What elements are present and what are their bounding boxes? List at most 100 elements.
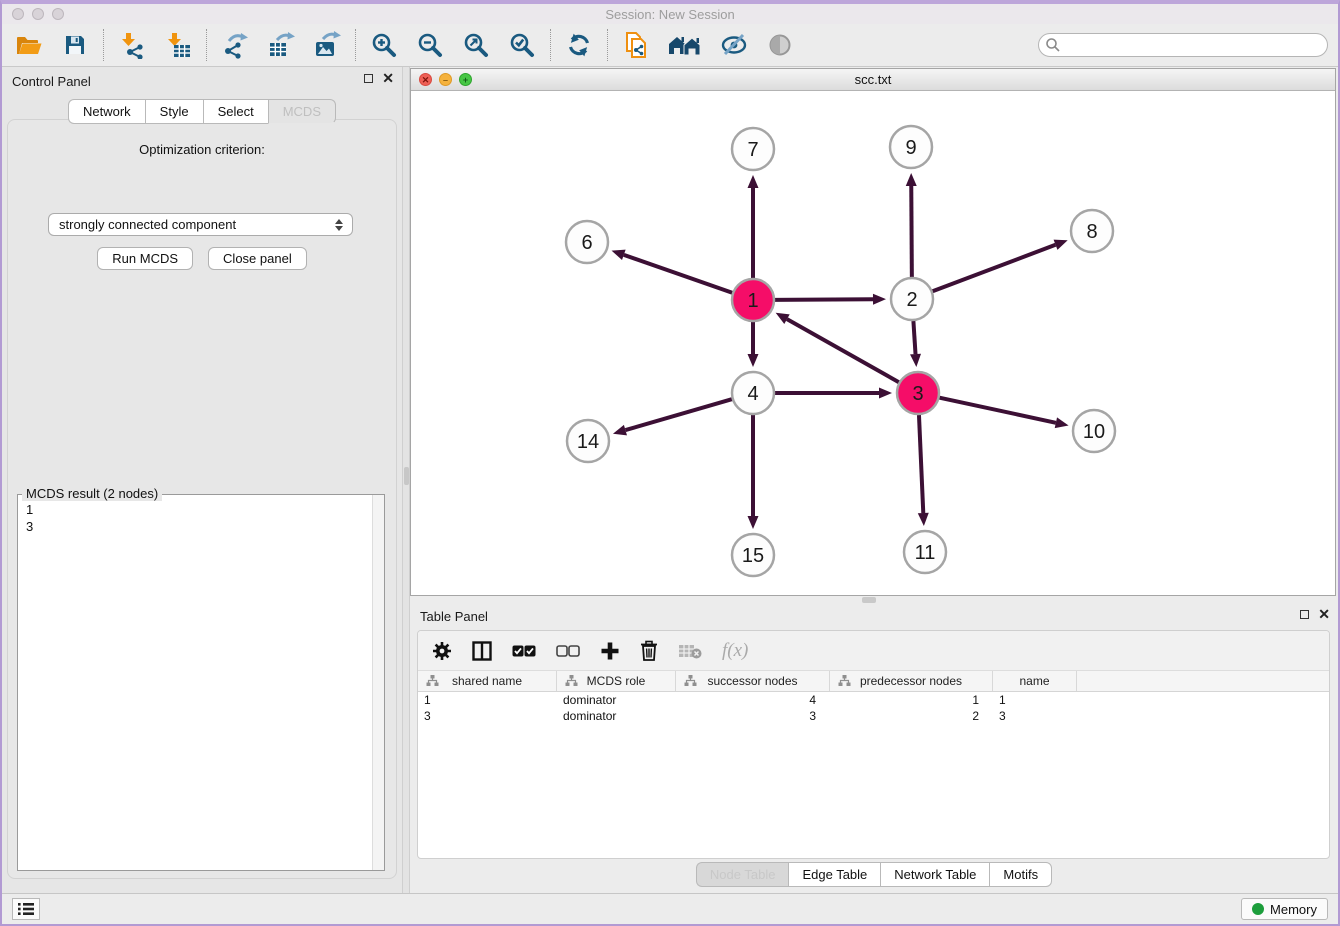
graph-edge-arrowhead bbox=[748, 354, 759, 367]
table-panel-title: Table Panel bbox=[420, 609, 488, 624]
cell-predecessor-nodes: 2 bbox=[830, 708, 993, 724]
column-header-shared-name[interactable]: shared name bbox=[418, 671, 557, 691]
graph-node-label: 14 bbox=[577, 431, 599, 453]
tab-node-table[interactable]: Node Table bbox=[696, 862, 789, 887]
open-session-button[interactable] bbox=[14, 30, 44, 60]
table-row[interactable]: 1 dominator 4 1 1 bbox=[418, 692, 1329, 708]
graph-edge-arrowhead bbox=[748, 175, 759, 188]
graph-edge-2-3[interactable] bbox=[913, 321, 915, 354]
task-history-button[interactable] bbox=[12, 898, 40, 920]
tab-select[interactable]: Select bbox=[203, 99, 268, 124]
graph-edge-arrowhead bbox=[910, 354, 921, 367]
optimization-criterion-select[interactable]: strongly connected component bbox=[48, 213, 353, 236]
float-table-panel-icon[interactable] bbox=[1300, 610, 1309, 619]
column-header-predecessor-nodes[interactable]: predecessor nodes bbox=[830, 671, 993, 691]
search-input[interactable] bbox=[1038, 33, 1328, 57]
memory-status-dot-icon bbox=[1252, 903, 1264, 915]
close-panel-button[interactable]: Close panel bbox=[208, 247, 307, 270]
close-panel-icon[interactable]: ✕ bbox=[382, 74, 394, 83]
export-image-button[interactable] bbox=[312, 30, 342, 60]
zoom-selected-button[interactable] bbox=[507, 30, 537, 60]
memory-button[interactable]: Memory bbox=[1241, 898, 1328, 920]
graph-edge-3-1[interactable] bbox=[787, 319, 899, 382]
zoom-fit-button[interactable] bbox=[461, 30, 491, 60]
export-network-button[interactable] bbox=[220, 30, 250, 60]
hide-graphics-details-button[interactable] bbox=[719, 30, 749, 60]
export-table-button[interactable] bbox=[266, 30, 296, 60]
tab-network-table[interactable]: Network Table bbox=[880, 862, 989, 887]
column-header-name[interactable]: name bbox=[993, 671, 1077, 691]
zoom-fit-icon bbox=[463, 32, 489, 58]
graph-edge-arrowhead bbox=[613, 425, 627, 436]
graph-edge-2-9[interactable] bbox=[911, 186, 912, 277]
float-panel-icon[interactable] bbox=[364, 74, 373, 83]
apply-layout-button[interactable] bbox=[564, 30, 594, 60]
graph-edge-1-2[interactable] bbox=[775, 299, 873, 300]
graph-node-label: 4 bbox=[747, 383, 758, 405]
network-canvas[interactable]: 7968124314101511 bbox=[411, 91, 1335, 595]
result-scrollbar[interactable] bbox=[372, 495, 384, 870]
tab-network[interactable]: Network bbox=[68, 99, 145, 124]
column-header-successor-nodes[interactable]: successor nodes bbox=[676, 671, 830, 691]
optimization-criterion-label: Optimization criterion: bbox=[8, 142, 396, 157]
mcds-panel-body: Optimization criterion: strongly connect… bbox=[7, 119, 397, 879]
graph-node-label: 11 bbox=[915, 542, 936, 564]
graph-edge-arrowhead bbox=[612, 250, 626, 260]
zoom-in-icon bbox=[371, 32, 397, 58]
cell-mcds-role: dominator bbox=[557, 692, 676, 708]
window-title: Session: New Session bbox=[2, 7, 1338, 22]
zoom-selected-icon bbox=[509, 32, 535, 58]
dropdown-stepper-icon bbox=[335, 217, 345, 233]
splitter-handle[interactable] bbox=[404, 467, 409, 485]
houses-icon bbox=[668, 34, 702, 56]
toggle-column-panel-button[interactable] bbox=[472, 641, 492, 661]
birds-eye-view-button[interactable] bbox=[765, 30, 795, 60]
graph-edge-arrowhead bbox=[918, 513, 929, 526]
network-title: scc.txt bbox=[411, 72, 1335, 87]
delete-table-button[interactable] bbox=[678, 643, 702, 659]
cell-shared-name: 1 bbox=[418, 692, 557, 708]
tab-style[interactable]: Style bbox=[145, 99, 203, 124]
graph-edge-arrowhead bbox=[1054, 240, 1068, 250]
graph-edge-3-10[interactable] bbox=[940, 398, 1056, 423]
add-column-button[interactable] bbox=[600, 641, 620, 661]
vertical-splitter[interactable] bbox=[402, 67, 410, 893]
table-toolbar: f(x) bbox=[418, 631, 1329, 671]
table-panel-tabs: Node Table Edge Table Network Table Moti… bbox=[410, 862, 1338, 887]
save-session-button[interactable] bbox=[60, 30, 90, 60]
graph-edge-4-14[interactable] bbox=[625, 399, 731, 430]
graph-edge-arrowhead bbox=[879, 388, 892, 399]
trash-icon bbox=[640, 640, 658, 661]
column-label: name bbox=[1019, 674, 1049, 688]
graph-edge-arrowhead bbox=[873, 294, 886, 305]
table-options-button[interactable] bbox=[432, 641, 452, 661]
tab-mcds[interactable]: MCDS bbox=[268, 99, 336, 124]
hierarchy-icon bbox=[838, 675, 851, 687]
search-box bbox=[1038, 33, 1328, 57]
network-overview-button[interactable] bbox=[667, 30, 703, 60]
control-panel-tabs: Network Style Select MCDS bbox=[2, 99, 402, 124]
import-network-button[interactable] bbox=[117, 30, 147, 60]
table-row[interactable]: 3 dominator 3 2 3 bbox=[418, 708, 1329, 724]
run-mcds-button[interactable]: Run MCDS bbox=[97, 247, 193, 270]
select-all-rows-button[interactable] bbox=[512, 645, 536, 657]
control-panel: Control Panel ✕ Network Style Select MCD… bbox=[2, 67, 402, 893]
graph-edge-3-11[interactable] bbox=[919, 415, 923, 513]
graph-edge-1-6[interactable] bbox=[624, 255, 732, 293]
zoom-in-button[interactable] bbox=[369, 30, 399, 60]
titlebar: Session: New Session bbox=[2, 4, 1338, 24]
delete-columns-button[interactable] bbox=[640, 640, 658, 661]
tab-edge-table[interactable]: Edge Table bbox=[788, 862, 880, 887]
close-table-panel-icon[interactable]: ✕ bbox=[1318, 610, 1330, 619]
column-label: shared name bbox=[452, 674, 522, 688]
tab-motifs[interactable]: Motifs bbox=[989, 862, 1052, 887]
deselect-all-rows-button[interactable] bbox=[556, 645, 580, 657]
zoom-out-button[interactable] bbox=[415, 30, 445, 60]
apply-function-button[interactable]: f(x) bbox=[722, 640, 748, 662]
column-header-mcds-role[interactable]: MCDS role bbox=[557, 671, 676, 691]
table-header: shared name MCDS role successor nodes bbox=[418, 671, 1329, 692]
graph-edge-2-8[interactable] bbox=[933, 245, 1056, 291]
import-table-button[interactable] bbox=[163, 30, 193, 60]
mcds-result-group: MCDS result (2 nodes) 1 3 bbox=[17, 494, 385, 871]
duplicate-network-button[interactable] bbox=[621, 30, 651, 60]
